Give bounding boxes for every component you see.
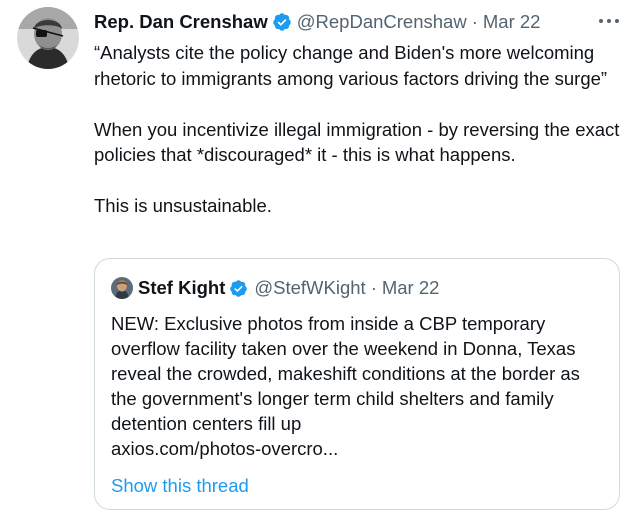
quoted-author-name[interactable]: Stef Kight [138, 277, 225, 299]
author-name[interactable]: Rep. Dan Crenshaw [94, 11, 268, 33]
author-handle[interactable]: @RepDanCrenshaw [297, 11, 467, 33]
tweet-header: Rep. Dan Crenshaw @RepDanCrenshaw · Mar … [94, 8, 540, 36]
quoted-tweet-header: Stef Kight @StefWKight · Mar 22 [111, 276, 439, 300]
verified-badge-icon [272, 12, 292, 32]
quoted-tweet-card[interactable]: Stef Kight @StefWKight · Mar 22 NEW: Exc… [94, 258, 620, 510]
tweet-paragraph: This is unsustainable. [94, 195, 272, 216]
quoted-author-avatar [111, 277, 133, 299]
quoted-tweet-text: NEW: Exclusive photos from inside a CBP … [111, 311, 606, 461]
show-thread-link[interactable]: Show this thread [111, 475, 249, 497]
separator-dot: · [370, 277, 377, 298]
tweet: Rep. Dan Crenshaw @RepDanCrenshaw · Mar … [0, 0, 640, 526]
quoted-author-handle[interactable]: @StefWKight [254, 277, 365, 299]
more-options-icon[interactable] [596, 10, 622, 32]
tweet-text: “Analysts cite the policy change and Bid… [94, 40, 624, 219]
tweet-date[interactable]: Mar 22 [483, 11, 541, 33]
quoted-tweet-date[interactable]: Mar 22 [382, 277, 440, 299]
author-avatar[interactable] [17, 7, 79, 69]
tweet-paragraph: “Analysts cite the policy change and Bid… [94, 42, 608, 89]
separator-dot: · [471, 11, 478, 32]
tweet-paragraph: When you incentivize illegal immigration… [94, 118, 620, 166]
verified-badge-icon [229, 279, 248, 298]
quoted-tweet-body: NEW: Exclusive photos from inside a CBP … [111, 313, 580, 434]
quoted-tweet-link[interactable]: axios.com/photos-overcro... [111, 438, 338, 459]
